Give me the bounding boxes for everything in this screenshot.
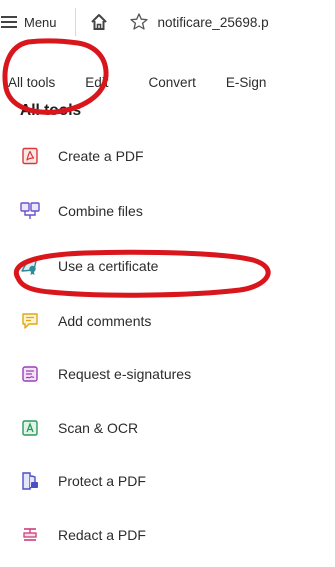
title-bar: Menu notificare_25698.p (0, 0, 335, 44)
tool-item-redact-pdf[interactable]: Redact a PDF (20, 520, 146, 550)
comment-icon (20, 311, 40, 331)
hamburger-icon (1, 16, 17, 28)
section-heading: All tools (20, 102, 82, 119)
tab-all-tools[interactable]: All tools (8, 75, 55, 92)
tab-convert[interactable]: Convert (149, 75, 196, 92)
scan-ocr-icon (20, 418, 40, 438)
tool-item-use-certificate[interactable]: Use a certificate (20, 251, 158, 281)
star-icon[interactable] (128, 11, 150, 33)
tool-label: Protect a PDF (58, 473, 146, 489)
tool-item-add-comments[interactable]: Add comments (20, 306, 151, 336)
tool-label: Use a certificate (58, 258, 159, 274)
tool-item-create-pdf[interactable]: Create a PDF (20, 141, 144, 171)
tool-item-protect-pdf[interactable]: Protect a PDF (20, 466, 146, 496)
app-window: Menu notificare_25698.p All tools Edit C… (0, 0, 335, 567)
request-signature-icon (20, 364, 40, 384)
create-pdf-icon (20, 146, 40, 166)
tool-item-scan-ocr[interactable]: Scan & OCR (20, 413, 138, 443)
tab-edit[interactable]: Edit (85, 75, 108, 92)
tool-label: Scan & OCR (58, 420, 139, 436)
tool-tabs: All tools Edit Convert E-Sign (0, 60, 335, 106)
menu-label: Menu (24, 14, 57, 30)
toolbar-divider (74, 8, 76, 36)
redact-pdf-icon (20, 525, 40, 545)
tool-label: Redact a PDF (58, 527, 146, 543)
protect-pdf-icon (20, 471, 40, 491)
tool-label: Request e-signatures (58, 366, 192, 382)
document-title: notificare_25698.p (157, 14, 269, 30)
certificate-icon (20, 256, 40, 276)
tool-item-combine-files[interactable]: Combine files (20, 196, 143, 226)
tool-item-request-e-signatures[interactable]: Request e-signatures (20, 359, 191, 389)
tab-e-sign[interactable]: E-Sign (226, 75, 267, 92)
menu-button[interactable]: Menu (0, 4, 63, 40)
tool-label: Add comments (58, 313, 152, 329)
home-icon[interactable] (88, 11, 110, 33)
combine-files-icon (20, 201, 40, 221)
tool-label: Combine files (58, 203, 143, 219)
tool-label: Create a PDF (58, 148, 144, 164)
